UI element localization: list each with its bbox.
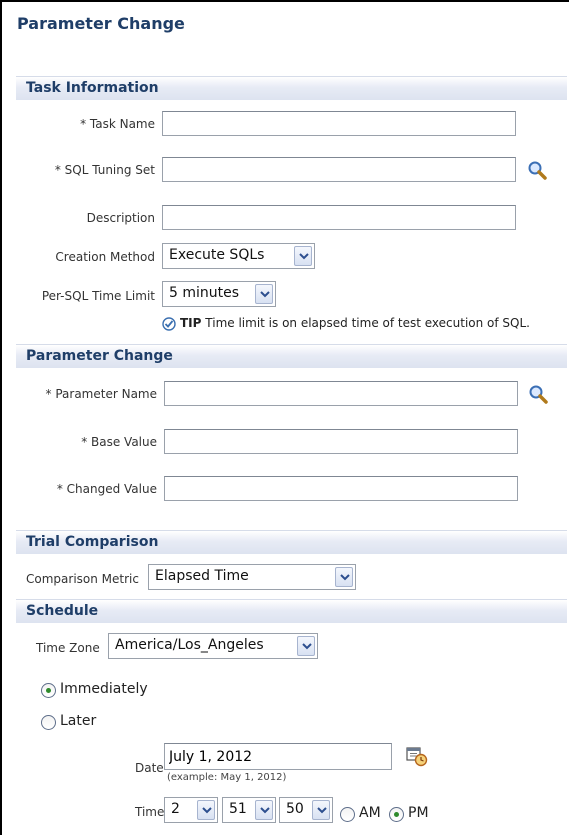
- chevron-down-icon: [294, 246, 312, 266]
- comparison-metric-select[interactable]: Elapsed Time: [148, 564, 356, 590]
- section-parameter-change: Parameter Change: [16, 344, 567, 368]
- tip-prefix: TIP: [180, 316, 202, 330]
- changed-value-label: * Changed Value: [56, 482, 157, 496]
- am-radio[interactable]: [340, 807, 355, 822]
- chevron-down-icon: [197, 800, 215, 820]
- base-value-label: * Base Value: [81, 435, 157, 449]
- time-limit-label: Per-SQL Time Limit: [41, 289, 155, 303]
- hour-select[interactable]: 2: [164, 797, 218, 823]
- sql-tuning-set-label: * SQL Tuning Set: [54, 163, 155, 177]
- date-example-hint: (example: May 1, 2012): [167, 772, 287, 783]
- hour-value: 2: [171, 801, 180, 817]
- sql-tuning-set-input[interactable]: [162, 157, 516, 182]
- section-title-task-information: Task Information: [26, 80, 159, 96]
- section-trial-comparison: Trial Comparison: [16, 530, 567, 554]
- description-label: Description: [86, 211, 155, 225]
- chevron-down-icon: [335, 567, 353, 587]
- minute-select[interactable]: 51: [222, 797, 276, 823]
- section-title-parameter-change: Parameter Change: [26, 348, 173, 364]
- time-limit-value: 5 minutes: [169, 285, 240, 301]
- time-label: Time: [135, 805, 165, 819]
- comparison-metric-label: Comparison Metric: [26, 572, 139, 586]
- time-limit-select[interactable]: 5 minutes: [162, 281, 276, 307]
- later-label: Later: [60, 713, 97, 729]
- parameter-name-label: * Parameter Name: [45, 387, 157, 401]
- chevron-down-icon: [255, 800, 273, 820]
- description-input[interactable]: [162, 205, 516, 230]
- section-task-information: Task Information: [16, 76, 567, 100]
- section-schedule: Schedule: [16, 599, 567, 623]
- chevron-down-icon: [312, 800, 330, 820]
- time-zone-select[interactable]: America/Los_Angeles: [108, 633, 318, 659]
- pm-label: PM: [408, 805, 429, 821]
- creation-method-value: Execute SQLs: [169, 247, 265, 263]
- chevron-down-icon: [255, 284, 273, 304]
- date-input[interactable]: [164, 743, 392, 770]
- page-title: Parameter Change: [17, 14, 185, 33]
- second-value: 50: [286, 801, 304, 817]
- creation-method-label: Creation Method: [55, 250, 155, 264]
- later-radio[interactable]: [41, 715, 56, 730]
- task-name-label: * Task Name: [80, 117, 155, 131]
- date-label: Date: [135, 761, 164, 775]
- search-icon[interactable]: [528, 384, 548, 408]
- immediately-radio[interactable]: [41, 683, 56, 698]
- base-value-input[interactable]: [164, 429, 518, 454]
- minute-value: 51: [229, 801, 247, 817]
- parameter-name-input[interactable]: [164, 381, 518, 406]
- section-title-schedule: Schedule: [26, 603, 99, 619]
- am-label: AM: [359, 805, 381, 821]
- time-zone-value: America/Los_Angeles: [115, 637, 264, 653]
- task-name-input[interactable]: [162, 111, 516, 136]
- pm-radio[interactable]: [389, 807, 404, 822]
- checkmark-circle-icon: [162, 316, 176, 335]
- immediately-label: Immediately: [60, 681, 148, 697]
- section-title-trial-comparison: Trial Comparison: [26, 534, 159, 550]
- comparison-metric-value: Elapsed Time: [155, 568, 249, 584]
- search-icon[interactable]: [527, 160, 547, 184]
- chevron-down-icon: [297, 636, 315, 656]
- time-zone-label: Time Zone: [36, 641, 100, 655]
- tip-text: TIP Time limit is on elapsed time of tes…: [180, 316, 530, 330]
- changed-value-input[interactable]: [164, 476, 518, 501]
- creation-method-select[interactable]: Execute SQLs: [162, 243, 315, 269]
- second-select[interactable]: 50: [279, 797, 333, 823]
- tip-message: Time limit is on elapsed time of test ex…: [205, 316, 530, 330]
- calendar-clock-icon[interactable]: [406, 745, 428, 771]
